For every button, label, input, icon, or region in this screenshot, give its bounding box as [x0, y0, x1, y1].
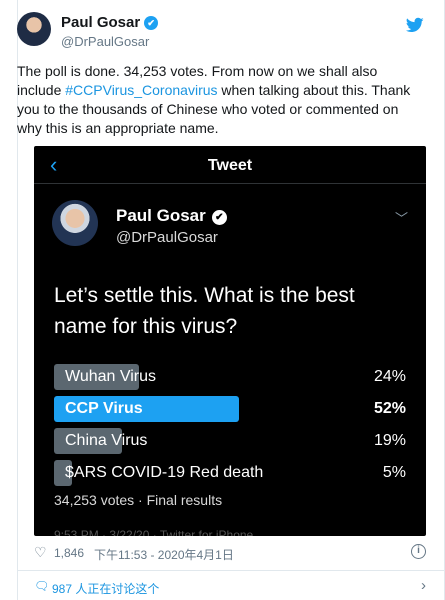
chevron-down-icon: ﹀ — [394, 211, 408, 226]
twitter-bird-icon[interactable] — [405, 16, 425, 34]
author-name[interactable]: Paul Gosar ✔ — [61, 14, 159, 31]
discussion-text[interactable]: 987 人正在讨论这个 — [52, 580, 159, 597]
poll-question: Let’s settle this. What is the best name… — [54, 284, 355, 338]
embed-author-handle: @DrPaulGosar — [116, 229, 218, 246]
tweet-meta: ♡ 1,846 下午11:53 - 2020年4月1日 i — [34, 544, 426, 564]
poll-option: $ARS COVID-19 Red death 5% — [54, 460, 406, 486]
embed-cutoff-meta: 9:53 PM · 3/22/20 · Twitter for iPhone — [54, 528, 254, 536]
embed-author-name-text: Paul Gosar — [116, 206, 206, 225]
tweet-text: The poll is done. 34,253 votes. From now… — [17, 62, 417, 138]
verified-badge-icon: ✔ — [144, 16, 159, 30]
like-count[interactable]: 1,846 — [54, 546, 84, 560]
poll-footer: 34,253 votes · Final results — [54, 492, 223, 508]
poll-option-percent: 52% — [373, 400, 406, 417]
avatar[interactable] — [17, 12, 51, 46]
hashtag-link[interactable]: #CCPVirus_Coronavirus — [65, 82, 217, 98]
poll-option-label: $ARS COVID-19 Red death — [65, 464, 264, 481]
poll-option: China Virus 19% — [54, 428, 406, 454]
poll-option-percent: 5% — [382, 464, 406, 481]
author-name-text[interactable]: Paul Gosar — [61, 14, 140, 31]
divider — [17, 570, 445, 571]
verified-badge-icon: ✔ — [211, 210, 227, 225]
poll-option-label: China Virus — [65, 432, 148, 449]
info-icon[interactable]: i — [411, 544, 426, 559]
poll-option-label: Wuhan Virus — [65, 368, 157, 385]
poll-results: Wuhan Virus 24% CCP Virus 52% China Virus 19%… — [54, 364, 406, 492]
author-handle[interactable]: @DrPaulGosar — [61, 34, 149, 49]
embedded-screenshot: ‹ Tweet Paul Gosar ✔ @DrPaulGosar ﹀ Let’s… — [34, 146, 426, 536]
discussion-link[interactable]: 🗨 987 人正在讨论这个 › — [34, 577, 426, 597]
chevron-right-icon[interactable]: › — [421, 577, 426, 594]
embed-avatar — [52, 200, 98, 246]
poll-option-percent: 19% — [373, 432, 406, 449]
timestamp[interactable]: 下午11:53 - 2020年4月1日 — [94, 546, 234, 563]
poll-option-label: CCP Virus — [65, 400, 143, 417]
embed-author-name: Paul Gosar ✔ — [116, 206, 227, 226]
comment-icon: 🗨 — [34, 579, 50, 593]
poll-option-percent: 24% — [373, 368, 406, 385]
heart-icon[interactable]: ♡ — [34, 544, 47, 560]
poll-option: Wuhan Virus 24% — [54, 364, 406, 390]
poll-option: CCP Virus 52% — [54, 396, 406, 422]
tweet-header: Paul Gosar ✔ @DrPaulGosar — [17, 12, 424, 52]
embed-bar-title: Tweet — [207, 157, 253, 174]
embed-top-bar: ‹ Tweet — [34, 146, 426, 184]
